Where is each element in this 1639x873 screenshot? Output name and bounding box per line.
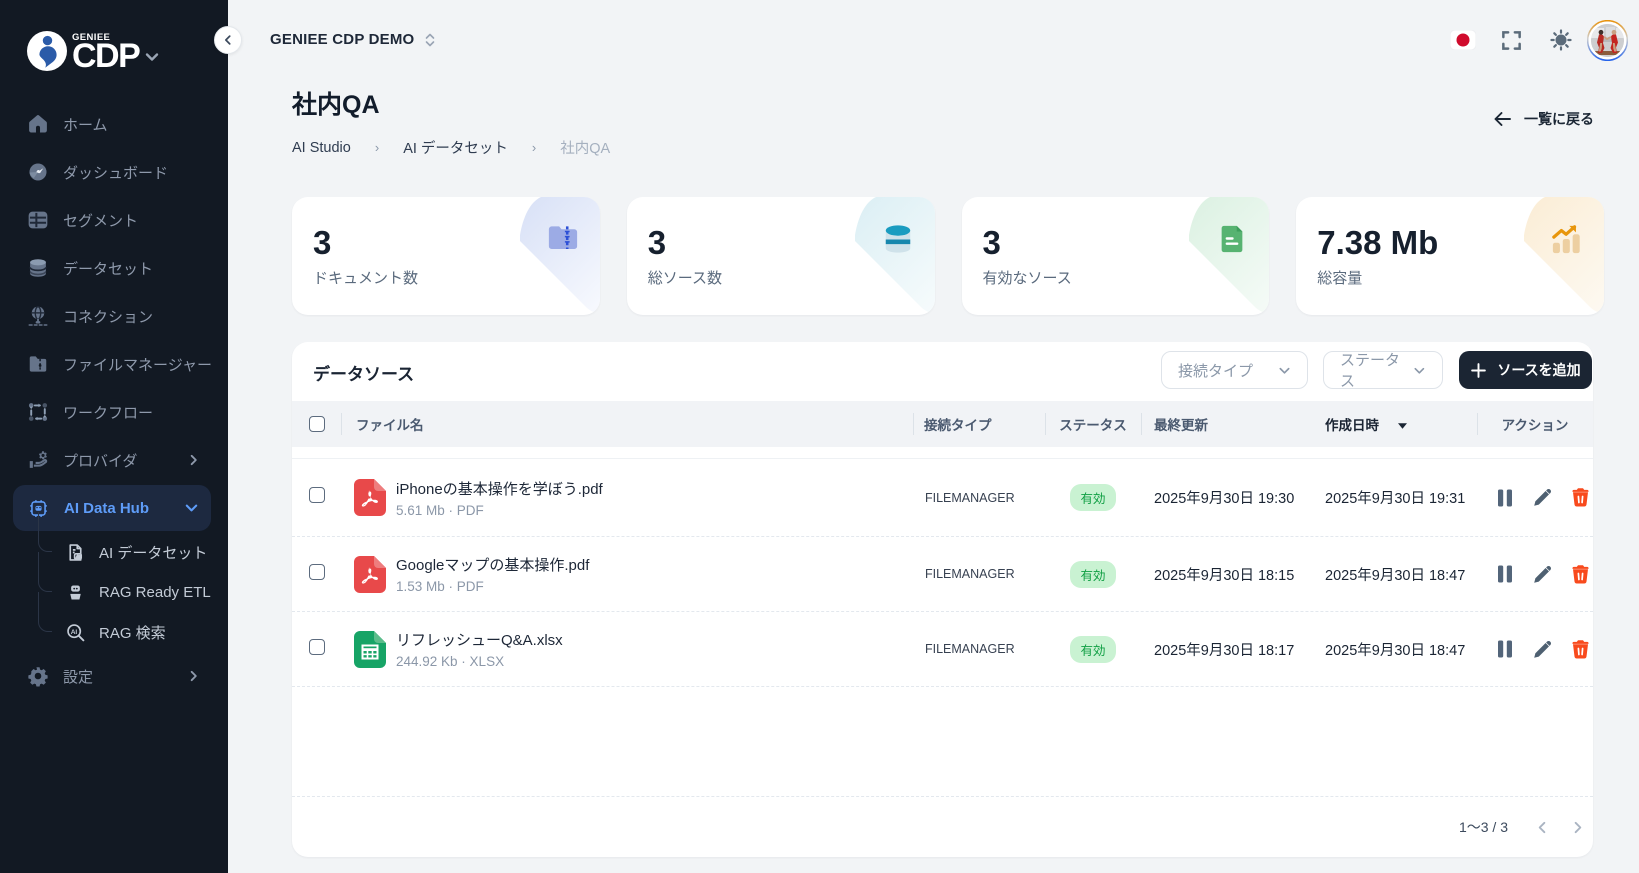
- svg-text:AI: AI: [76, 554, 81, 560]
- svg-text:AI: AI: [71, 628, 78, 635]
